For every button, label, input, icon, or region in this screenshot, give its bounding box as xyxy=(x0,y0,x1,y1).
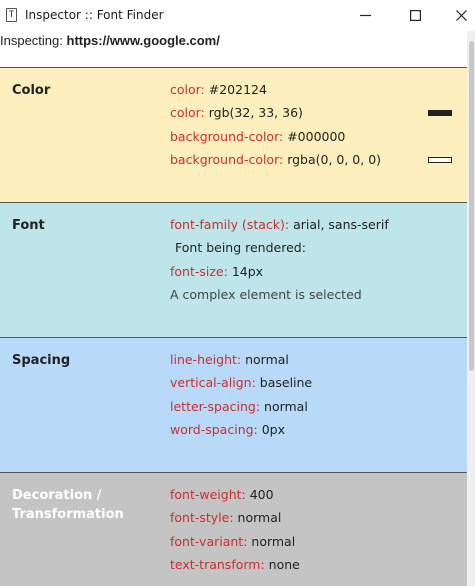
background-color-swatch xyxy=(428,156,452,163)
property-row: font-family (stack): arial, sans-serif xyxy=(170,217,389,240)
property-row: line-height: normal xyxy=(170,352,312,375)
color-swatch xyxy=(428,110,452,117)
minimize-button[interactable] xyxy=(342,0,388,31)
scrollbar-thumb[interactable] xyxy=(469,41,474,371)
property-name: font-variant: xyxy=(170,533,252,549)
property-value: baseline xyxy=(259,375,313,391)
maximize-button[interactable] xyxy=(392,0,438,31)
property-name: letter-spacing: xyxy=(170,398,265,414)
section-title-line: Decoration / xyxy=(12,488,102,503)
property-row: Font being rendered: xyxy=(170,240,389,263)
inspecting-url: https://www.google.com/ xyxy=(66,33,220,48)
title-bar: T Inspector :: Font Finder xyxy=(0,0,475,31)
app-icon: T xyxy=(6,8,17,22)
section-title-font: Font xyxy=(12,218,45,233)
property-value: normal xyxy=(264,398,308,414)
property-row: font-variant: normal xyxy=(170,534,300,557)
property-name: background-color: xyxy=(170,128,288,144)
property-name: font-weight: xyxy=(170,487,250,502)
close-button[interactable] xyxy=(438,0,475,31)
section-title-line: Transformation xyxy=(12,507,124,522)
property-value: #000000 xyxy=(287,128,346,144)
window-title: Inspector :: Font Finder xyxy=(25,8,164,22)
property-name: vertical-align: xyxy=(170,375,260,391)
property-name: text-transform: xyxy=(170,556,269,572)
decoration-section: Decoration / Transformation font-weight:… xyxy=(0,472,467,586)
color-section: Color color: #202124 color: rgb(32, 33, … xyxy=(0,67,467,202)
property-name: color: xyxy=(170,82,209,97)
property-value: arial, sans-serif xyxy=(293,217,389,232)
complex-element-note: A complex element is selected xyxy=(170,286,362,302)
property-value: rgba(0, 0, 0, 0) xyxy=(287,151,382,167)
vertical-scrollbar[interactable] xyxy=(467,31,475,586)
property-row: A complex element is selected xyxy=(170,287,389,310)
property-value: none xyxy=(268,556,300,572)
property-row: vertical-align: baseline xyxy=(170,375,312,398)
property-name: font-style: xyxy=(170,510,238,526)
property-row: text-transform: none xyxy=(170,557,300,580)
property-value: rgb(32, 33, 36) xyxy=(208,105,303,121)
property-name: font-family (stack): xyxy=(170,217,294,232)
property-value: #202124 xyxy=(208,82,267,97)
property-row: font-weight: 400 xyxy=(170,487,300,510)
property-row: font-size: 14px xyxy=(170,264,389,287)
property-row: background-color: #000000 xyxy=(170,129,381,152)
font-rendered-label: Font being rendered: xyxy=(175,240,306,256)
section-title-spacing: Spacing xyxy=(12,353,71,368)
property-value: 14px xyxy=(231,263,264,279)
property-value: normal xyxy=(245,352,289,367)
minimize-icon xyxy=(359,14,371,17)
section-title-decoration: Decoration / Transformation xyxy=(12,486,124,524)
property-name: background-color: xyxy=(170,151,288,167)
maximize-icon xyxy=(409,10,421,21)
property-row: letter-spacing: normal xyxy=(170,399,312,422)
section-title-color: Color xyxy=(12,83,51,98)
property-row: word-spacing: 0px xyxy=(170,422,312,445)
property-name: color: xyxy=(170,105,209,121)
property-row: color: #202124 xyxy=(170,82,381,105)
property-row: color: rgb(32, 33, 36) xyxy=(170,105,452,128)
inspecting-line: Inspecting: https://www.google.com/ xyxy=(0,33,220,48)
property-row: background-color: rgba(0, 0, 0, 0) xyxy=(170,151,452,175)
font-section: Font font-family (stack): arial, sans-se… xyxy=(0,202,467,337)
spacing-section: Spacing line-height: normal vertical-ali… xyxy=(0,337,467,472)
property-name: font-size: xyxy=(170,263,232,279)
property-value: normal xyxy=(237,510,282,526)
property-value: 400 xyxy=(249,487,274,502)
property-name: word-spacing: xyxy=(170,421,262,437)
property-name: line-height: xyxy=(170,352,246,367)
inspecting-label: Inspecting: xyxy=(0,33,63,48)
property-value: 0px xyxy=(261,421,286,437)
close-icon xyxy=(455,10,467,21)
property-value: normal xyxy=(251,533,296,549)
property-row: font-style: normal xyxy=(170,510,300,533)
